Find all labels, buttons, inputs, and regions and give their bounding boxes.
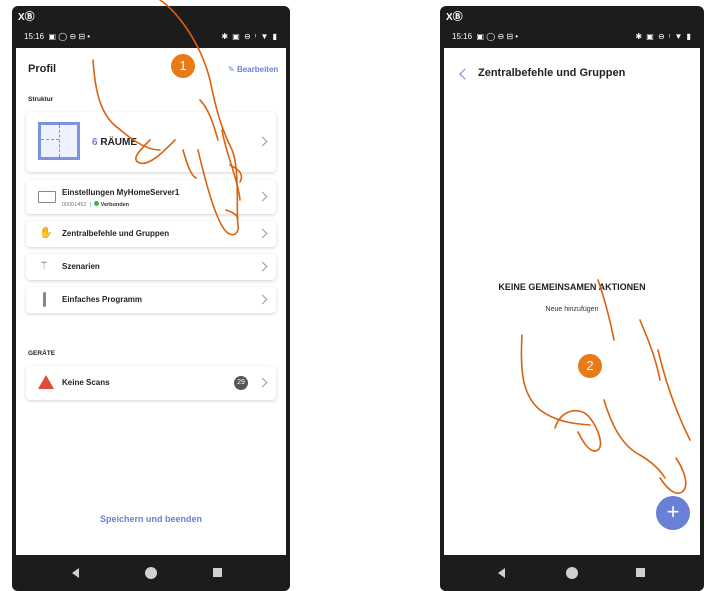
status-bar: XⒷ 15:16 ▣ ◯ ⊖ ⊟ • ✱ ▣ ⊖ ᵎ ▼ ▮ (12, 6, 290, 46)
empty-state-subtitle: Neue hinzufügen (545, 306, 599, 313)
save-and-exit-button[interactable]: Speichern und beenden (16, 514, 286, 524)
empty-state-title: KEINE GEMEINSAMEN AKTIONEN (498, 282, 646, 292)
step-badge-2: 2 (578, 354, 602, 378)
section-geraete: GERÄTE (28, 350, 56, 357)
pencil-icon: ✎ (228, 65, 237, 74)
floorplan-icon (38, 122, 80, 160)
hand-icon: ✋ (39, 227, 53, 239)
server-status: 00001452 | Verbunden (62, 201, 129, 208)
recent-apps-icon[interactable] (213, 568, 222, 577)
rooms-card[interactable]: 6 RÄUME (26, 112, 276, 172)
home-icon[interactable] (145, 567, 157, 579)
chevron-right-icon (257, 261, 268, 272)
app-switch-icon: XⒷ (18, 12, 35, 23)
groups-screen: Zentralbefehle und Gruppen KEINE GEMEINS… (444, 48, 700, 555)
left-phone: XⒷ 15:16 ▣ ◯ ⊖ ⊟ • ✱ ▣ ⊖ ᵎ ▼ ▮ Profil ✎ … (12, 6, 290, 591)
chevron-right-icon (257, 294, 268, 305)
menu-item-label: Szenarien (62, 262, 100, 271)
server-name: Einstellungen MyHomeServer1 (62, 188, 180, 197)
menu-item-label: Zentralbefehle und Gruppen (62, 229, 170, 238)
menu-item-label: Einfaches Programm (62, 295, 143, 304)
page-title: Profil (28, 63, 57, 75)
clock: 15:16 ▣ ◯ ⊖ ⊟ • (452, 32, 519, 41)
right-phone: XⒷ 15:16 ▣ ◯ ⊖ ⊟ • ✱ ▣ ⊖ ᵎ ▼ ▮ Zentralbe… (440, 6, 704, 591)
chevron-right-icon (257, 377, 268, 388)
app-switch-icon: XⒷ (446, 12, 463, 23)
menu-item-zentralbefehle[interactable]: ✋ Zentralbefehle und Gruppen (26, 221, 276, 247)
chevron-right-icon (257, 191, 268, 202)
server-card[interactable]: Einstellungen MyHomeServer1 00001452 | V… (26, 180, 276, 214)
menu-item-programm[interactable]: Einfaches Programm (26, 287, 276, 313)
menu-item-szenarien[interactable]: ⚚ Szenarien (26, 254, 276, 280)
add-button[interactable]: + (656, 496, 690, 530)
profile-screen: Profil ✎ Bearbeiten Struktur 6 RÄUME Ein… (16, 48, 286, 555)
device-card[interactable]: Keine Scans 29 (26, 366, 276, 400)
android-nav-bar (440, 555, 704, 591)
connected-dot-icon (94, 201, 100, 206)
page-title: Zentralbefehle und Gruppen (478, 67, 626, 79)
status-bar: XⒷ 15:16 ▣ ◯ ⊖ ⊟ • ✱ ▣ ⊖ ᵎ ▼ ▮ (440, 6, 704, 46)
thermometer-icon (43, 292, 46, 307)
count-badge: 29 (234, 376, 248, 390)
step-badge-1: 1 (171, 54, 195, 78)
chevron-right-icon (257, 228, 268, 239)
wand-icon: ⚚ (39, 260, 49, 272)
recent-apps-icon[interactable] (636, 568, 645, 577)
home-icon[interactable] (566, 567, 578, 579)
back-icon[interactable] (498, 568, 505, 578)
server-icon (38, 191, 56, 203)
device-label: Keine Scans (62, 378, 110, 387)
section-struktur: Struktur (28, 96, 54, 103)
status-icons: ✱ ▣ ⊖ ᵎ ▼ ▮ (635, 32, 692, 41)
edit-button[interactable]: ✎ Bearbeiten (228, 65, 278, 74)
back-icon[interactable] (72, 568, 79, 578)
android-nav-bar (12, 555, 290, 591)
back-chevron-icon[interactable] (459, 68, 471, 80)
rooms-label: 6 RÄUME (92, 137, 138, 148)
clock: 15:16 ▣ ◯ ⊖ ⊟ • (24, 32, 91, 41)
warning-icon (38, 375, 54, 389)
status-icons: ✱ ▣ ⊖ ᵎ ▼ ▮ (221, 32, 278, 41)
chevron-right-icon (257, 136, 268, 147)
